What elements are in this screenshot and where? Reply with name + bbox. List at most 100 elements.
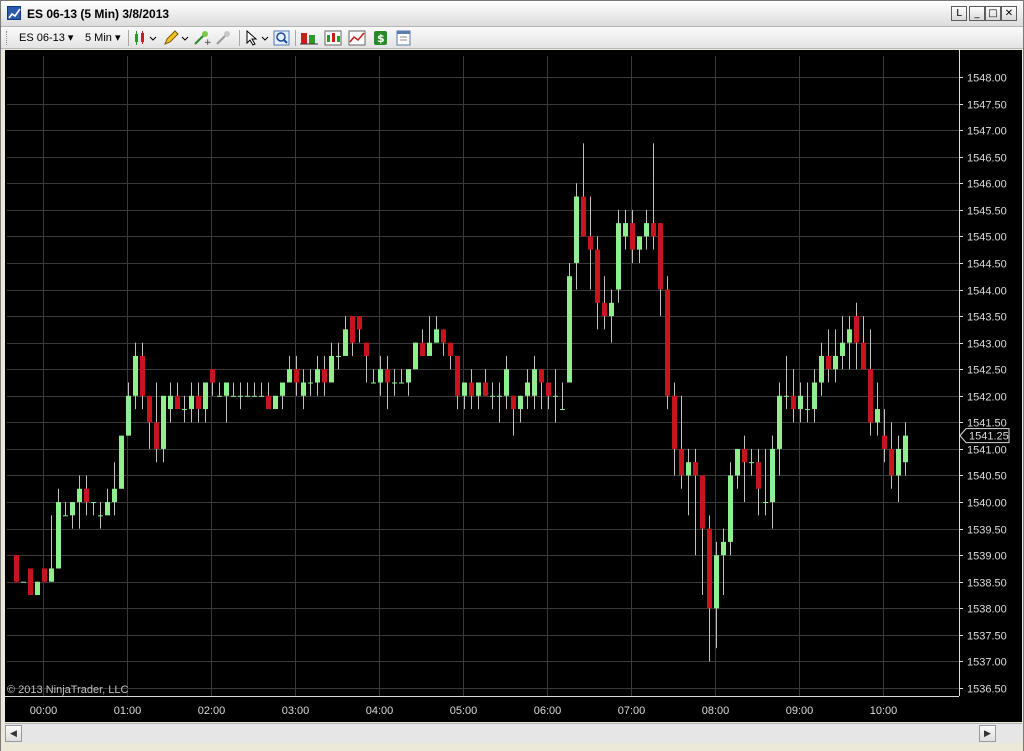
- cursor-pointer-icon[interactable]: [244, 30, 270, 46]
- x-tick-label: 05:00: [450, 705, 478, 717]
- x-tick-label: 01:00: [114, 705, 142, 717]
- bar-type-icon[interactable]: [133, 30, 159, 46]
- candle-up: [231, 395, 236, 397]
- candle-up: [812, 382, 817, 410]
- svg-text:$: $: [377, 32, 385, 45]
- chart-canvas[interactable]: 1536.50 1537.00 1537.50 1538.00 1538.50 1539.…: [5, 50, 1022, 722]
- maximize-button[interactable]: □: [985, 6, 1001, 21]
- candle-down: [756, 462, 761, 489]
- candle-down: [154, 422, 159, 449]
- candle-up: [77, 488, 82, 503]
- candle-down: [602, 302, 607, 317]
- x-tick-label: 03:00: [282, 705, 310, 717]
- y-tick-label: 1540.00: [967, 498, 1007, 510]
- price-chart[interactable]: 1536.50 1537.00 1537.50 1538.00 1538.50 1539.…: [5, 50, 1022, 722]
- magnifier-icon[interactable]: [273, 30, 291, 46]
- candle-up: [203, 382, 208, 410]
- candle-up: [329, 355, 334, 383]
- candle-up: [616, 223, 621, 290]
- zoom-in-icon[interactable]: +: [193, 30, 211, 46]
- candle-down: [455, 355, 460, 396]
- candle-up: [126, 395, 131, 436]
- candle-down: [84, 488, 89, 503]
- candle-up: [749, 462, 754, 464]
- candle-down: [672, 395, 677, 449]
- candle-up: [805, 409, 810, 411]
- candle-down: [665, 289, 670, 396]
- title-bar[interactable]: ES 06-13 (5 Min) 3/8/2013 L _ □ ✕: [1, 1, 1023, 27]
- scroll-left-arrow-icon[interactable]: ◀: [5, 725, 22, 742]
- candle-up: [735, 448, 740, 476]
- candle-up: [896, 448, 901, 476]
- x-tick-label: 04:00: [366, 705, 394, 717]
- candle-up: [49, 568, 54, 582]
- dollar-icon[interactable]: $: [372, 30, 390, 46]
- candle-down: [140, 355, 145, 396]
- x-tick-label: 09:00: [786, 705, 814, 717]
- instrument-selector[interactable]: ES 06-13 ▾: [19, 31, 73, 44]
- y-tick-label: 1537.00: [967, 657, 1007, 669]
- properties-icon[interactable]: [395, 30, 413, 46]
- y-tick-label: 1545.00: [967, 232, 1007, 244]
- candle-down: [791, 395, 796, 410]
- candle-down: [882, 435, 887, 449]
- x-tick-label: 06:00: [534, 705, 562, 717]
- link-button[interactable]: L: [951, 6, 967, 21]
- toolbar-grip[interactable]: [6, 31, 9, 45]
- zoom-out-icon[interactable]: [215, 30, 233, 46]
- candle-up: [245, 395, 250, 397]
- candle-up: [728, 475, 733, 542]
- svg-text:+: +: [204, 38, 211, 46]
- y-tick-label: 1539.50: [967, 525, 1007, 537]
- scroll-right-arrow-icon[interactable]: ▶: [979, 725, 996, 742]
- candle-down: [595, 249, 600, 303]
- x-tick-label: 00:00: [30, 705, 58, 717]
- x-tick-label: 08:00: [702, 705, 730, 717]
- candle-up: [133, 355, 138, 396]
- candle-down: [588, 236, 593, 250]
- candle-down: [658, 223, 663, 290]
- candle-up: [532, 369, 537, 396]
- candle-down: [448, 342, 453, 356]
- candle-down: [322, 369, 327, 383]
- candle-up: [903, 435, 908, 463]
- drawing-pencil-icon[interactable]: [163, 30, 189, 46]
- candle-up: [875, 409, 880, 423]
- candle-down: [483, 382, 488, 396]
- candle-up: [518, 395, 523, 410]
- candle-up: [777, 395, 782, 449]
- strategies-icon[interactable]: [348, 30, 368, 46]
- candle-up: [168, 395, 173, 410]
- x-tick-label: 07:00: [618, 705, 646, 717]
- candle-up: [238, 395, 243, 397]
- candle-up: [371, 382, 376, 384]
- indicators-icon[interactable]: [324, 30, 344, 46]
- candle-down: [175, 395, 180, 410]
- candle-down: [651, 223, 656, 237]
- y-tick-label: 1539.00: [967, 551, 1007, 563]
- candle-down: [707, 528, 712, 609]
- candle-down: [700, 475, 705, 529]
- candle-up: [574, 196, 579, 263]
- interval-selector[interactable]: 5 Min ▾: [85, 31, 120, 44]
- y-tick-label: 1546.50: [967, 153, 1007, 165]
- data-box-icon[interactable]: [300, 30, 320, 46]
- y-tick-label: 1540.50: [967, 471, 1007, 483]
- horizontal-scrollbar[interactable]: ◀ ▶: [5, 723, 1022, 743]
- candle-down: [861, 342, 866, 370]
- candle-up: [217, 395, 222, 397]
- window-title: ES 06-13 (5 Min) 3/8/2013: [27, 7, 170, 21]
- toolbar-separator: [239, 30, 240, 46]
- instrument-label: ES 06-13: [19, 32, 65, 44]
- candle-up: [21, 581, 26, 583]
- candle-up: [301, 382, 306, 396]
- y-tick-label: 1536.50: [967, 684, 1007, 696]
- candle-up: [784, 395, 789, 397]
- y-tick-label: 1543.50: [967, 312, 1007, 324]
- close-button[interactable]: ✕: [1001, 6, 1017, 21]
- minimize-button[interactable]: _: [969, 6, 985, 21]
- candle-down: [742, 448, 747, 463]
- candle-up: [490, 395, 495, 397]
- candle-down: [630, 223, 635, 250]
- toolbar-separator: [295, 30, 296, 46]
